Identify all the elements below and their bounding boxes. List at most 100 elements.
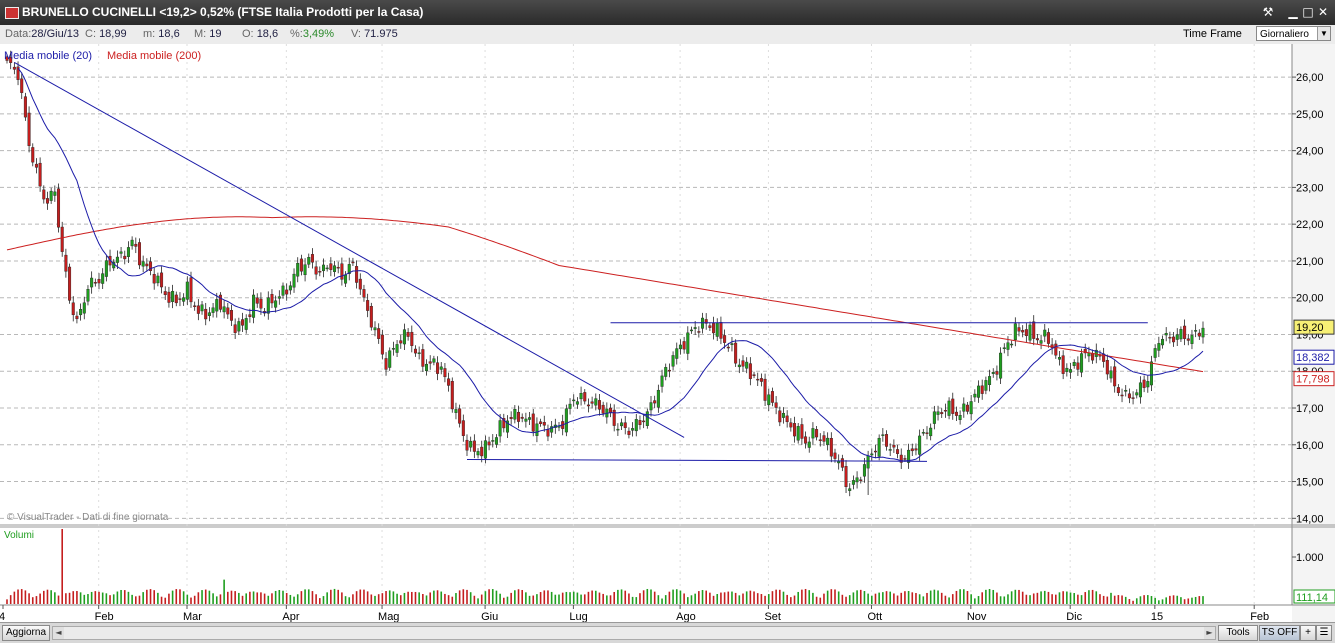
volume-bar — [834, 589, 836, 604]
close-icon[interactable]: ✕ — [1314, 3, 1332, 21]
volume-bar — [874, 593, 877, 604]
candle-body — [200, 304, 204, 312]
candle-body — [57, 188, 61, 228]
volume-bar — [344, 596, 347, 604]
scroll-right-icon[interactable]: ► — [1204, 627, 1215, 639]
volume-bar — [76, 591, 78, 604]
volume-bar — [734, 592, 737, 604]
candle-body — [366, 300, 370, 311]
candle-body — [645, 411, 649, 426]
volume-bar — [1010, 591, 1013, 604]
timeframe-select[interactable]: Giornaliero ▼ — [1256, 26, 1331, 41]
candle-body — [476, 451, 480, 456]
horizontal-scrollbar[interactable]: ◄ ► — [52, 626, 1216, 640]
candle-body — [999, 352, 1003, 379]
volume-bar — [131, 594, 133, 604]
volume-bar — [698, 591, 700, 604]
refresh-button[interactable]: Aggiorna — [2, 625, 50, 641]
volume-bar — [756, 593, 759, 604]
candle-body — [215, 299, 219, 312]
candle-body — [969, 401, 973, 415]
volume-bar — [863, 591, 866, 604]
volume-bar — [687, 597, 689, 604]
volume-bar — [900, 592, 903, 604]
tools-button[interactable]: Tools — [1218, 625, 1258, 641]
volume-bar — [1139, 596, 1142, 604]
volume-bar — [922, 596, 925, 604]
candle-body — [384, 358, 388, 370]
volume-bar — [918, 594, 921, 604]
candle-body — [785, 415, 789, 423]
volume-bar — [1124, 596, 1127, 604]
volume-bar — [282, 590, 284, 604]
candle-body — [973, 393, 977, 398]
volume-bar — [135, 596, 137, 604]
candle-body — [27, 112, 31, 146]
ts-off-button[interactable]: TS OFF — [1259, 625, 1300, 641]
volume-bar — [992, 589, 995, 604]
volume-bar — [43, 590, 45, 604]
volume-bar — [808, 590, 811, 604]
candle-body — [119, 251, 123, 254]
volume-bar — [517, 589, 520, 604]
volume-bar — [804, 588, 807, 604]
zoom-in-button[interactable]: + — [1300, 625, 1316, 641]
wrench-icon[interactable]: ⚒ — [1259, 3, 1277, 21]
candle-body — [196, 305, 200, 314]
volume-bar — [1077, 594, 1079, 604]
volume-bar — [1180, 597, 1182, 604]
volume-bar — [1143, 595, 1145, 604]
candle-body — [815, 429, 819, 438]
candle-body — [458, 408, 462, 424]
volume-bar — [208, 590, 211, 604]
volume-bar — [915, 593, 917, 604]
volume-bar — [355, 591, 358, 604]
volume-bar — [491, 589, 494, 604]
candle-body — [664, 367, 668, 377]
candle-body — [406, 332, 410, 337]
scroll-left-icon[interactable]: ◄ — [53, 627, 64, 639]
volume-bar — [212, 593, 214, 604]
candle-body — [929, 427, 933, 437]
candle-body — [178, 298, 182, 300]
volume-bar — [112, 594, 115, 604]
info-open: O: 18,6 — [242, 28, 279, 40]
volume-bar — [1176, 595, 1179, 604]
volume-bar — [885, 591, 888, 604]
volume-bar — [664, 595, 667, 604]
volume-bar — [473, 595, 476, 604]
candle-body — [943, 409, 947, 412]
candle-body — [237, 321, 241, 332]
volume-bar — [1102, 595, 1105, 604]
candle-body — [49, 190, 53, 201]
candle-body — [1201, 327, 1205, 338]
candle-body — [115, 256, 119, 263]
candle-body — [90, 277, 94, 288]
candle-body — [958, 415, 962, 420]
candle-body — [833, 452, 837, 459]
candle-body — [1061, 355, 1065, 374]
options-icon[interactable]: ☰ — [1316, 625, 1332, 641]
chart-background — [0, 44, 1335, 622]
volume-bar — [256, 592, 259, 604]
volume-bar — [451, 596, 454, 604]
candle-body — [1124, 389, 1128, 392]
volume-bar — [90, 591, 93, 604]
candle-body — [274, 300, 278, 308]
price-chart[interactable]: 26,0025,0024,0023,0022,0021,0020,0019,00… — [0, 44, 1335, 622]
volume-bar — [1043, 590, 1046, 604]
candle-body — [1116, 387, 1120, 393]
volume-bar — [1051, 594, 1053, 604]
candle-body — [1039, 340, 1043, 344]
volume-bar — [819, 597, 822, 604]
volume-bar — [146, 589, 148, 604]
candle-body — [609, 407, 613, 413]
candle-body — [432, 358, 436, 363]
volume-bar — [940, 592, 943, 604]
candle-body — [601, 404, 605, 414]
volume-bar — [399, 595, 402, 604]
candle-body — [730, 343, 734, 346]
x-tick-label: 15 — [1151, 611, 1163, 622]
volume-bar — [955, 590, 958, 604]
candle-body — [68, 266, 72, 301]
